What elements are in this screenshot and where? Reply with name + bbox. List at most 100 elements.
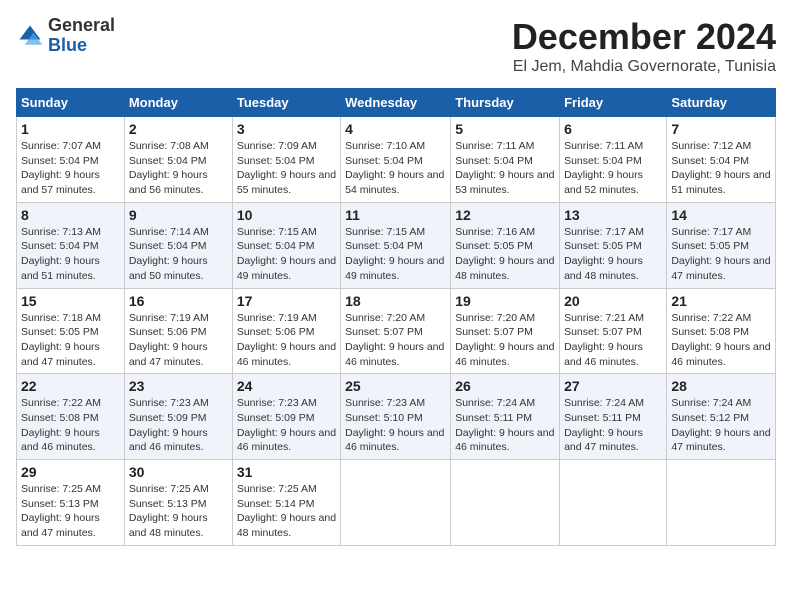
day-detail: Sunrise: 7:24 AMSunset: 5:12 PMDaylight:… [671,396,771,455]
day-detail: Sunrise: 7:22 AMSunset: 5:08 PMDaylight:… [671,311,771,370]
day-cell: 6Sunrise: 7:11 AMSunset: 5:04 PMDaylight… [560,117,667,203]
day-detail: Sunrise: 7:25 AMSunset: 5:13 PMDaylight:… [129,482,228,541]
day-cell: 17 Sunrise: 7:19 AMSunset: 5:06 PMDayligh… [232,288,340,374]
logo: General Blue [16,16,115,56]
day-detail: Sunrise: 7:17 AMSunset: 5:05 PMDaylight:… [671,225,771,284]
day-number: 16 [129,293,228,309]
header-row: SundayMondayTuesdayWednesdayThursdayFrid… [17,89,776,117]
header-cell-wednesday: Wednesday [341,89,451,117]
header-cell-tuesday: Tuesday [232,89,340,117]
day-number: 19 [455,293,555,309]
day-number: 7 [671,121,771,137]
day-cell: 9 Sunrise: 7:14 AMSunset: 5:04 PMDaylight… [124,202,232,288]
calendar-subtitle: El Jem, Mahdia Governorate, Tunisia [512,58,776,76]
logo-text: General Blue [48,16,115,56]
day-detail: Sunrise: 7:23 AMSunset: 5:09 PMDaylight:… [129,396,228,455]
day-number: 3 [237,121,336,137]
day-cell [560,460,667,546]
day-number: 20 [564,293,662,309]
day-number: 23 [129,378,228,394]
day-number: 15 [21,293,120,309]
day-detail: Sunrise: 7:11 AMSunset: 5:04 PMDaylight:… [564,139,662,198]
day-detail: Sunrise: 7:18 AMSunset: 5:05 PMDaylight:… [21,311,120,370]
day-detail: Sunrise: 7:23 AMSunset: 5:09 PMDaylight:… [237,396,336,455]
day-number: 31 [237,464,336,480]
day-cell: 26 Sunrise: 7:24 AMSunset: 5:11 PMDayligh… [451,374,560,460]
day-number: 24 [237,378,336,394]
header-cell-friday: Friday [560,89,667,117]
day-detail: Sunrise: 7:24 AMSunset: 5:11 PMDaylight:… [564,396,662,455]
day-detail: Sunrise: 7:19 AMSunset: 5:06 PMDaylight:… [129,311,228,370]
day-detail: Sunrise: 7:11 AMSunset: 5:04 PMDaylight:… [455,139,555,198]
day-detail: Sunrise: 7:20 AMSunset: 5:07 PMDaylight:… [345,311,446,370]
day-cell: 28Sunrise: 7:24 AMSunset: 5:12 PMDayligh… [667,374,776,460]
day-cell: 12 Sunrise: 7:16 AMSunset: 5:05 PMDayligh… [451,202,560,288]
day-detail: Sunrise: 7:10 AMSunset: 5:04 PMDaylight:… [345,139,446,198]
week-row-3: 15 Sunrise: 7:18 AMSunset: 5:05 PMDayligh… [17,288,776,374]
day-number: 18 [345,293,446,309]
day-number: 12 [455,207,555,223]
day-cell: 10 Sunrise: 7:15 AMSunset: 5:04 PMDayligh… [232,202,340,288]
day-detail: Sunrise: 7:15 AMSunset: 5:04 PMDaylight:… [345,225,446,284]
day-detail: Sunrise: 7:17 AMSunset: 5:05 PMDaylight:… [564,225,662,284]
day-detail: Sunrise: 7:24 AMSunset: 5:11 PMDaylight:… [455,396,555,455]
day-detail: Sunrise: 7:12 AMSunset: 5:04 PMDaylight:… [671,139,771,198]
day-number: 30 [129,464,228,480]
day-cell [451,460,560,546]
day-number: 11 [345,207,446,223]
day-cell: 3 Sunrise: 7:09 AMSunset: 5:04 PMDaylight… [232,117,340,203]
day-cell: 30 Sunrise: 7:25 AMSunset: 5:13 PMDayligh… [124,460,232,546]
day-detail: Sunrise: 7:25 AMSunset: 5:13 PMDaylight:… [21,482,120,541]
day-cell: 13 Sunrise: 7:17 AMSunset: 5:05 PMDayligh… [560,202,667,288]
week-row-5: 29 Sunrise: 7:25 AMSunset: 5:13 PMDayligh… [17,460,776,546]
header-cell-sunday: Sunday [17,89,125,117]
day-detail: Sunrise: 7:09 AMSunset: 5:04 PMDaylight:… [237,139,336,198]
day-number: 1 [21,121,120,137]
day-number: 9 [129,207,228,223]
day-number: 2 [129,121,228,137]
calendar-title: December 2024 [512,16,776,58]
header-cell-monday: Monday [124,89,232,117]
day-number: 5 [455,121,555,137]
day-cell: 1 Sunrise: 7:07 AMSunset: 5:04 PMDaylight… [17,117,125,203]
day-cell: 16 Sunrise: 7:19 AMSunset: 5:06 PMDayligh… [124,288,232,374]
day-cell: 15 Sunrise: 7:18 AMSunset: 5:05 PMDayligh… [17,288,125,374]
header-cell-thursday: Thursday [451,89,560,117]
day-cell [667,460,776,546]
day-cell: 24 Sunrise: 7:23 AMSunset: 5:09 PMDayligh… [232,374,340,460]
day-detail: Sunrise: 7:19 AMSunset: 5:06 PMDaylight:… [237,311,336,370]
day-detail: Sunrise: 7:08 AMSunset: 5:04 PMDaylight:… [129,139,228,198]
calendar-container: General Blue December 2024 El Jem, Mahdi… [16,16,776,546]
day-cell: 22Sunrise: 7:22 AMSunset: 5:08 PMDayligh… [17,374,125,460]
day-detail: Sunrise: 7:16 AMSunset: 5:05 PMDaylight:… [455,225,555,284]
day-cell: 20Sunrise: 7:21 AMSunset: 5:07 PMDayligh… [560,288,667,374]
day-number: 29 [21,464,120,480]
day-cell: 2 Sunrise: 7:08 AMSunset: 5:04 PMDaylight… [124,117,232,203]
day-cell: 23 Sunrise: 7:23 AMSunset: 5:09 PMDayligh… [124,374,232,460]
day-number: 26 [455,378,555,394]
day-number: 17 [237,293,336,309]
day-number: 10 [237,207,336,223]
day-number: 4 [345,121,446,137]
day-detail: Sunrise: 7:07 AMSunset: 5:04 PMDaylight:… [21,139,120,198]
day-detail: Sunrise: 7:14 AMSunset: 5:04 PMDaylight:… [129,225,228,284]
day-cell: 7 Sunrise: 7:12 AMSunset: 5:04 PMDaylight… [667,117,776,203]
day-cell: 29 Sunrise: 7:25 AMSunset: 5:13 PMDayligh… [17,460,125,546]
day-number: 25 [345,378,446,394]
day-detail: Sunrise: 7:23 AMSunset: 5:10 PMDaylight:… [345,396,446,455]
day-number: 21 [671,293,771,309]
day-detail: Sunrise: 7:20 AMSunset: 5:07 PMDaylight:… [455,311,555,370]
day-number: 27 [564,378,662,394]
day-cell [341,460,451,546]
day-number: 8 [21,207,120,223]
day-cell: 21 Sunrise: 7:22 AMSunset: 5:08 PMDayligh… [667,288,776,374]
week-row-2: 8Sunrise: 7:13 AMSunset: 5:04 PMDaylight… [17,202,776,288]
calendar-table: SundayMondayTuesdayWednesdayThursdayFrid… [16,88,776,546]
day-number: 14 [671,207,771,223]
day-number: 13 [564,207,662,223]
day-cell: 18 Sunrise: 7:20 AMSunset: 5:07 PMDayligh… [341,288,451,374]
day-detail: Sunrise: 7:15 AMSunset: 5:04 PMDaylight:… [237,225,336,284]
header-cell-saturday: Saturday [667,89,776,117]
day-cell: 5 Sunrise: 7:11 AMSunset: 5:04 PMDaylight… [451,117,560,203]
week-row-4: 22Sunrise: 7:22 AMSunset: 5:08 PMDayligh… [17,374,776,460]
